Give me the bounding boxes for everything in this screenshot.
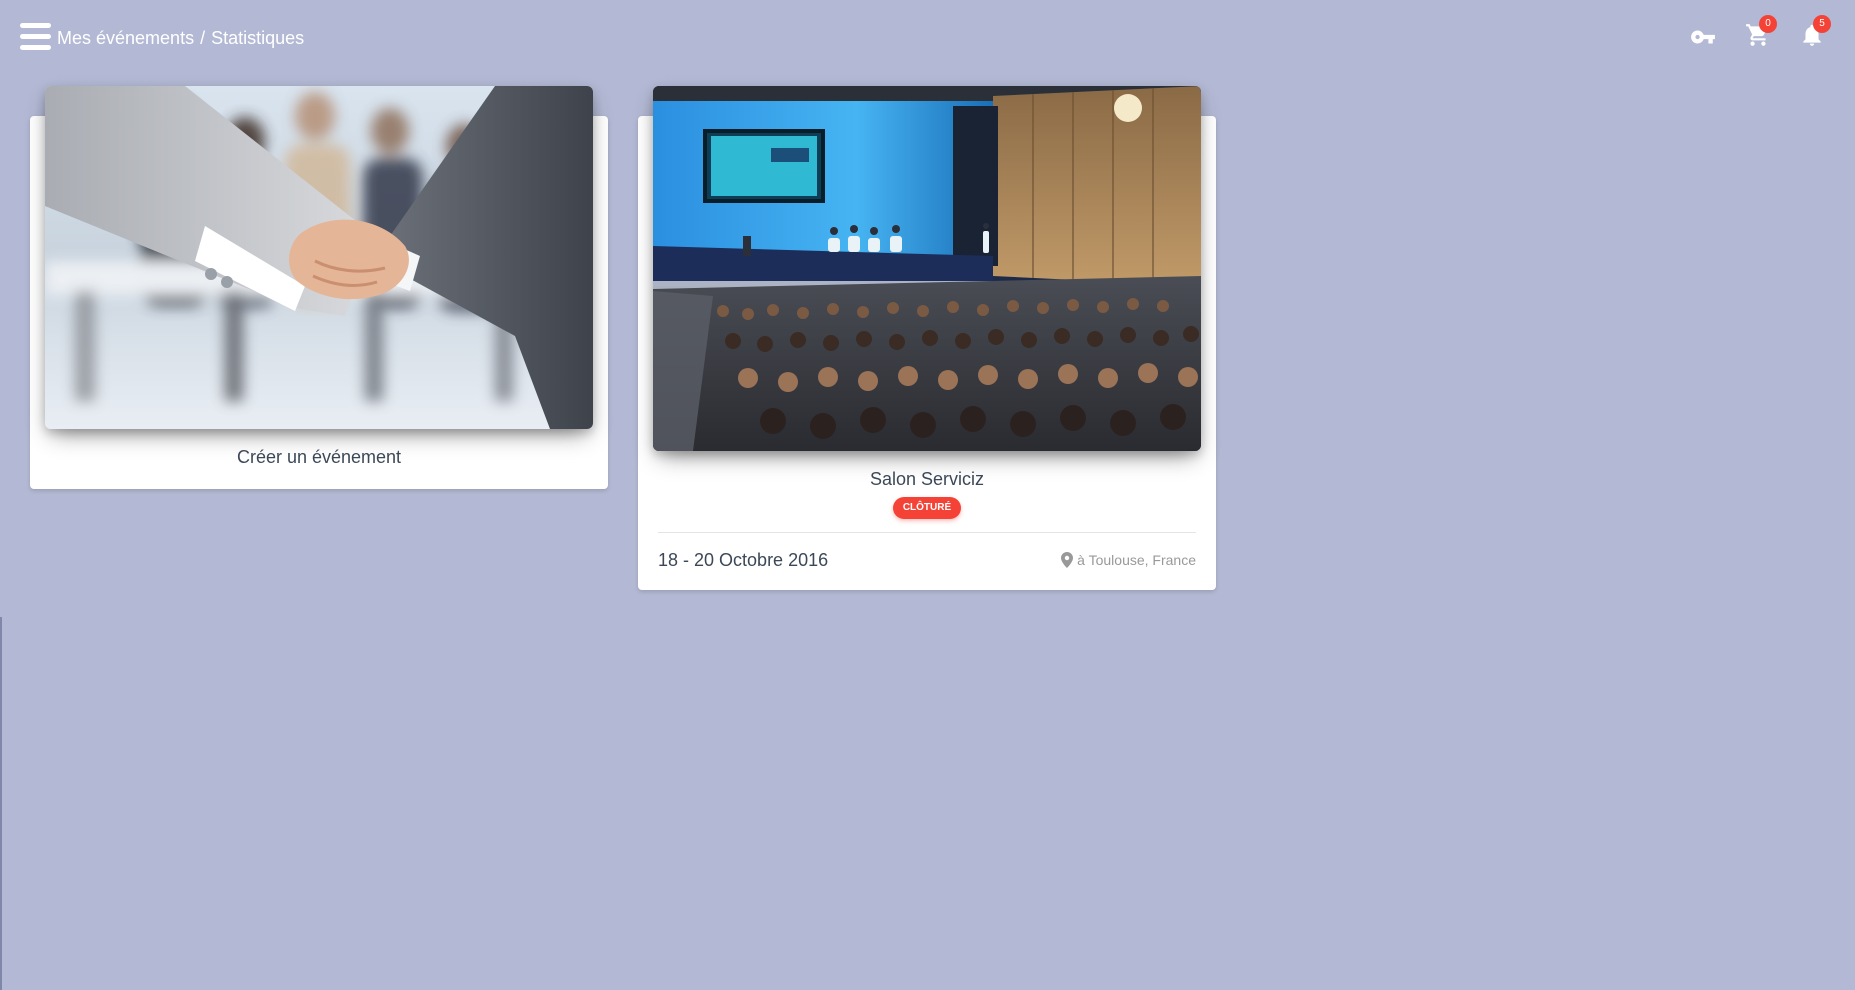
event-location: à Toulouse, France xyxy=(1061,552,1196,568)
breadcrumb-item-events[interactable]: Mes événements xyxy=(57,28,194,48)
breadcrumb: Mes événements / Statistiques xyxy=(57,26,304,50)
conference-illustration xyxy=(653,86,1201,451)
event-card-salon-serviciz[interactable]: Salon Serviciz CLÔTURÉ 18 - 20 Octobre 2… xyxy=(638,86,1216,590)
key-icon-glyph xyxy=(1691,30,1715,44)
notification-count-badge: 5 xyxy=(1813,15,1831,33)
event-location-text: à Toulouse, France xyxy=(1077,552,1196,568)
handshake-image[interactable] xyxy=(45,86,593,429)
key-icon[interactable] xyxy=(1690,24,1720,54)
breadcrumb-separator: / xyxy=(200,28,206,48)
shopping-cart-icon[interactable]: 0 xyxy=(1745,15,1777,52)
location-pin-icon xyxy=(1061,552,1074,568)
event-date: 18 - 20 Octobre 2016 xyxy=(658,550,829,570)
event-status-badge: CLÔTURÉ xyxy=(893,497,961,519)
hamburger-menu-icon[interactable] xyxy=(20,23,52,50)
cart-count-badge: 0 xyxy=(1759,15,1777,33)
left-edge-line xyxy=(0,617,2,990)
handshake-illustration xyxy=(45,86,593,429)
top-bar: Mes événements / Statistiques 0 5 xyxy=(0,0,1855,76)
event-title[interactable]: Salon Serviciz xyxy=(638,469,1216,490)
card-divider xyxy=(658,532,1196,533)
conference-image[interactable] xyxy=(653,86,1201,451)
breadcrumb-item-statistics: Statistiques xyxy=(211,28,305,48)
bell-icon[interactable]: 5 xyxy=(1799,15,1831,52)
create-event-card[interactable]: Créer un événement xyxy=(30,86,608,489)
create-event-label[interactable]: Créer un événement xyxy=(30,447,608,468)
